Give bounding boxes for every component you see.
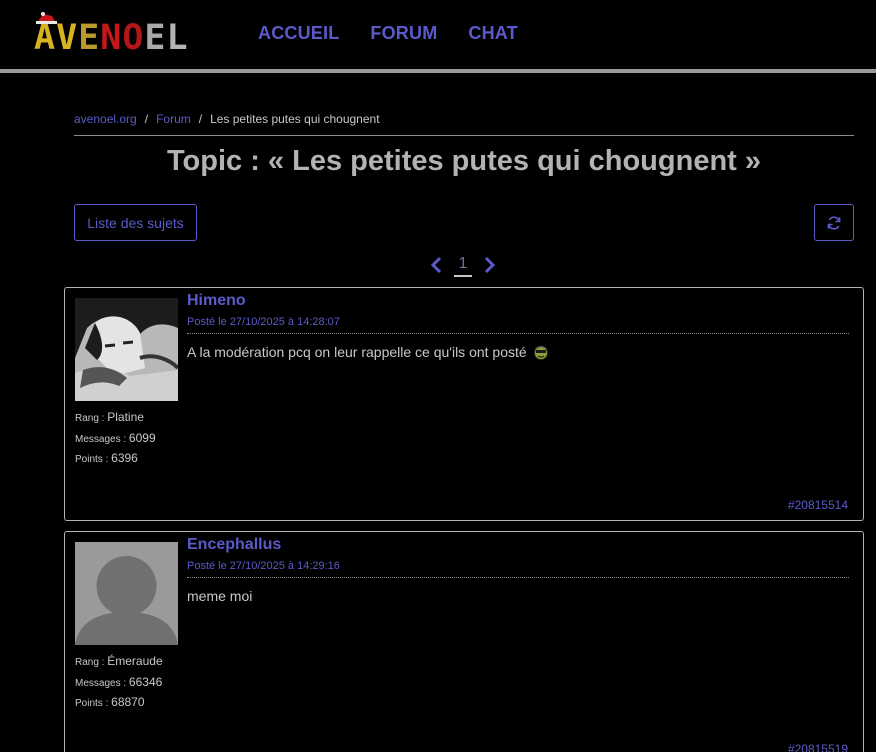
points-value: 6396 — [111, 451, 138, 465]
user-stats: Rang : Platine Messages : 6099 Points : … — [75, 408, 156, 470]
avatar[interactable] — [75, 542, 178, 645]
rank-label: Rang — [75, 657, 99, 668]
user-points: Points : 6396 — [75, 451, 138, 465]
post-message-text: meme moi — [187, 588, 253, 604]
current-page-number[interactable]: 1 — [454, 255, 472, 273]
breadcrumb-separator: / — [198, 112, 203, 126]
user-messages: Messages : 6099 — [75, 430, 156, 445]
header-divider — [0, 69, 876, 73]
post-divider — [187, 577, 849, 578]
messages-value: 6099 — [128, 430, 156, 445]
post-date[interactable]: Posté le 27/10/2025 à 14:28:07 — [187, 316, 340, 328]
logo-letter: L — [166, 18, 189, 58]
refresh-button[interactable] — [814, 204, 854, 241]
points-value: 68870 — [111, 695, 145, 709]
rank-value: Platine — [107, 410, 144, 424]
chevron-right-icon[interactable] — [483, 256, 497, 274]
post-date[interactable]: Posté le 27/10/2025 à 14:29:16 — [187, 560, 340, 572]
logo-letter: N — [100, 18, 123, 58]
logo-letter: V — [56, 18, 79, 58]
logo-letter: A — [34, 18, 57, 58]
page-title: Topic : « Les petites putes qui chougnen… — [166, 145, 762, 177]
messages-value: 66346 — [128, 674, 163, 689]
breadcrumb-separator: / — [144, 112, 149, 126]
smiley-icon — [533, 345, 548, 360]
chevron-left-icon[interactable] — [429, 256, 443, 274]
topic-list-button[interactable]: Liste des sujets — [74, 204, 197, 241]
breadcrumb-forum-link[interactable]: Forum — [156, 112, 191, 126]
main-nav: ACCUEIL FORUM CHAT — [258, 23, 518, 44]
nav-accueil-link[interactable]: ACCUEIL — [258, 23, 339, 44]
top-navbar: A V E N O E L ACCUEIL FORUM CHAT — [0, 0, 876, 70]
points-label: Points — [75, 698, 103, 709]
current-page-underline — [454, 275, 472, 277]
points-label: Points — [75, 454, 103, 465]
post-divider — [187, 333, 849, 334]
default-avatar-image — [75, 542, 178, 645]
santa-hat-icon — [36, 12, 57, 24]
post-author-link[interactable]: Encephallus — [187, 536, 281, 554]
nav-chat-link[interactable]: CHAT — [468, 23, 517, 44]
pagination: 1 — [425, 252, 500, 278]
user-messages: Messages : 66346 — [75, 674, 163, 689]
post-content: A la modération pcq on leur rappelle ce … — [187, 344, 549, 360]
post-author-link[interactable]: Himeno — [187, 292, 246, 310]
post-message-text: A la modération pcq on leur rappelle ce … — [187, 344, 527, 360]
logo-letter: E — [78, 18, 101, 58]
rank-value: Émeraude — [107, 654, 163, 668]
breadcrumb-home-link[interactable]: avenoel.org — [74, 112, 137, 126]
rank-label: Rang — [75, 413, 99, 424]
user-points: Points : 68870 — [75, 695, 145, 709]
post-card: Rang : Platine Messages : 6099 Points : … — [64, 287, 864, 521]
user-rank: Rang : Émeraude — [75, 654, 163, 668]
breadcrumb: avenoel.org / Forum / Les petites putes … — [74, 112, 380, 126]
breadcrumb-divider — [74, 135, 854, 136]
post-card: Rang : Émeraude Messages : 66346 Points … — [64, 531, 864, 752]
logo-letter: E — [144, 18, 167, 58]
post-content: meme moi — [187, 588, 252, 604]
post-id-link[interactable]: #20815514 — [788, 498, 848, 512]
logo-letter: O — [122, 18, 145, 58]
breadcrumb-current: Les petites putes qui chougnent — [210, 112, 380, 126]
nav-forum-link[interactable]: FORUM — [370, 23, 437, 44]
messages-label: Messages — [75, 433, 121, 445]
user-rank: Rang : Platine — [75, 410, 144, 424]
messages-label: Messages — [75, 677, 121, 689]
user-avatar-image — [75, 298, 178, 401]
avatar[interactable] — [75, 298, 178, 401]
user-stats: Rang : Émeraude Messages : 66346 Points … — [75, 652, 163, 714]
post-id-link[interactable]: #20815519 — [788, 742, 848, 752]
refresh-icon — [827, 215, 841, 230]
